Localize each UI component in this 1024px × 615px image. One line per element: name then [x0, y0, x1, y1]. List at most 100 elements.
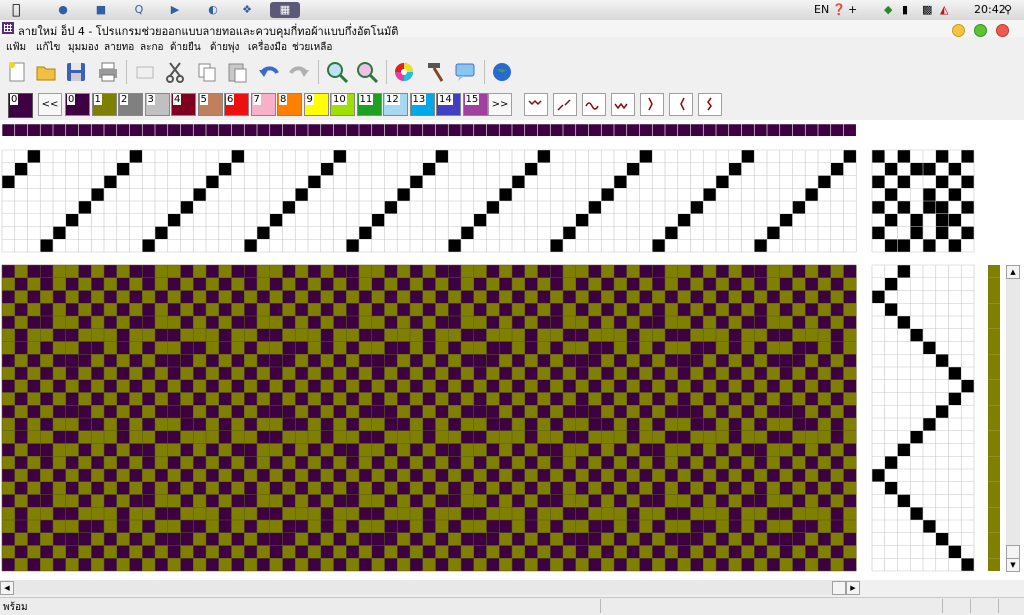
drawdown-cell[interactable]: [129, 316, 143, 329]
drawdown-cell[interactable]: [320, 418, 334, 431]
drawdown-cell[interactable]: [410, 456, 423, 469]
drawdown-cell[interactable]: [461, 405, 474, 418]
drawdown-cell[interactable]: [78, 367, 92, 380]
drawdown-cell[interactable]: [677, 494, 691, 508]
drawdown-cell[interactable]: [295, 418, 308, 431]
drawdown-cell[interactable]: [818, 277, 831, 291]
drawdown-cell[interactable]: [65, 316, 79, 329]
drawdown-cell[interactable]: [193, 367, 206, 380]
treadling-cell[interactable]: [923, 341, 936, 355]
drawdown-cell[interactable]: [282, 520, 296, 533]
drawdown-cell[interactable]: [537, 443, 551, 457]
drawdown-cell[interactable]: [639, 379, 653, 393]
drawdown-cell[interactable]: [206, 303, 219, 316]
drawdown-cell[interactable]: [78, 532, 92, 546]
color-swatch[interactable]: 8: [277, 93, 302, 116]
drawdown-cell[interactable]: [754, 265, 767, 278]
drawdown-cell[interactable]: [129, 328, 143, 342]
drawdown-cell[interactable]: [716, 481, 729, 495]
drawdown-cell[interactable]: [563, 456, 576, 469]
drawdown-cell[interactable]: [53, 316, 66, 329]
drawdown-cell[interactable]: [754, 520, 767, 533]
drawdown-cell[interactable]: [206, 456, 219, 469]
drawdown-cell[interactable]: [677, 443, 691, 457]
drawdown-cell[interactable]: [830, 328, 844, 342]
drawdown-cell[interactable]: [244, 354, 257, 367]
drawdown-cell[interactable]: [333, 532, 347, 546]
drawdown-cell[interactable]: [2, 418, 15, 431]
drawdown-cell[interactable]: [690, 303, 704, 316]
drawdown-cell[interactable]: [843, 532, 857, 546]
drawdown-cell[interactable]: [422, 328, 436, 342]
drawdown-cell[interactable]: [652, 265, 665, 278]
drawdown-cell[interactable]: [716, 545, 729, 559]
drawdown-cell[interactable]: [792, 443, 806, 457]
drawdown-cell[interactable]: [27, 303, 41, 316]
threading-cell[interactable]: [206, 175, 219, 189]
drawdown-cell[interactable]: [333, 507, 347, 520]
drawdown-cell[interactable]: [830, 367, 844, 380]
drawdown-cell[interactable]: [359, 277, 372, 291]
drawdown-cell[interactable]: [754, 558, 767, 571]
drawdown-cell[interactable]: [397, 265, 410, 278]
drawdown-cell[interactable]: [461, 354, 474, 367]
drawdown-cell[interactable]: [129, 405, 143, 418]
drawdown-cell[interactable]: [206, 481, 219, 495]
drawdown-cell[interactable]: [397, 379, 410, 393]
drawdown-cell[interactable]: [665, 290, 678, 304]
globe-icon[interactable]: [489, 59, 515, 85]
drawdown-cell[interactable]: [818, 405, 831, 418]
drawdown-cell[interactable]: [626, 430, 640, 444]
scroll-right-icon[interactable]: ▶: [846, 581, 860, 595]
drawdown-cell[interactable]: [295, 328, 308, 342]
scroll-down-icon[interactable]: ▼: [1006, 558, 1020, 572]
treadling-cell[interactable]: [884, 456, 898, 469]
drawdown-cell[interactable]: [486, 265, 500, 278]
drawdown-cell[interactable]: [244, 430, 257, 444]
drawdown-cell[interactable]: [116, 469, 130, 482]
warp-color-cell[interactable]: [40, 124, 53, 136]
drawdown-cell[interactable]: [843, 456, 857, 469]
drawdown-cell[interactable]: [792, 520, 806, 533]
treadling-cell[interactable]: [948, 545, 962, 559]
drawdown-cell[interactable]: [754, 316, 767, 329]
menu-pattern[interactable]: ลายทอ: [104, 40, 134, 55]
drawdown-cell[interactable]: [257, 303, 270, 316]
drawdown-cell[interactable]: [843, 379, 857, 393]
drawdown-cell[interactable]: [626, 277, 640, 291]
drawdown-cell[interactable]: [601, 494, 614, 508]
drawdown-cell[interactable]: [537, 418, 551, 431]
drawdown-cell[interactable]: [563, 558, 576, 571]
drawdown-cell[interactable]: [473, 558, 487, 571]
drawdown-cell[interactable]: [754, 405, 767, 418]
drawdown-cell[interactable]: [575, 507, 589, 520]
drawdown-cell[interactable]: [410, 367, 423, 380]
drawdown-cell[interactable]: [91, 379, 104, 393]
drawdown-cell[interactable]: [690, 341, 704, 355]
drawdown-cell[interactable]: [346, 316, 359, 329]
drawdown-cell[interactable]: [410, 290, 423, 304]
drawdown-cell[interactable]: [767, 303, 780, 316]
drawdown-cell[interactable]: [53, 290, 66, 304]
drawdown-cell[interactable]: [652, 341, 665, 355]
drawdown-cell[interactable]: [27, 481, 41, 495]
drawdown-cell[interactable]: [652, 469, 665, 482]
drawdown-cell[interactable]: [193, 290, 206, 304]
drawdown-cell[interactable]: [295, 354, 308, 367]
drawdown-cell[interactable]: [677, 456, 691, 469]
drawdown-cell[interactable]: [767, 354, 780, 367]
drawdown-cell[interactable]: [104, 507, 117, 520]
drawdown-cell[interactable]: [346, 545, 359, 559]
drawdown-cell[interactable]: [473, 277, 487, 291]
drawdown-cell[interactable]: [524, 494, 538, 508]
drawdown-cell[interactable]: [206, 265, 219, 278]
drawdown-cell[interactable]: [563, 545, 576, 559]
drawdown-cell[interactable]: [499, 379, 512, 393]
drawdown-cell[interactable]: [53, 443, 66, 457]
color-swatch[interactable]: 9: [303, 93, 329, 116]
drawdown-cell[interactable]: [155, 303, 168, 316]
tieup-cell[interactable]: [935, 226, 949, 240]
drawdown-cell[interactable]: [244, 469, 257, 482]
drawdown-cell[interactable]: [116, 367, 130, 380]
drawdown-cell[interactable]: [563, 379, 576, 393]
